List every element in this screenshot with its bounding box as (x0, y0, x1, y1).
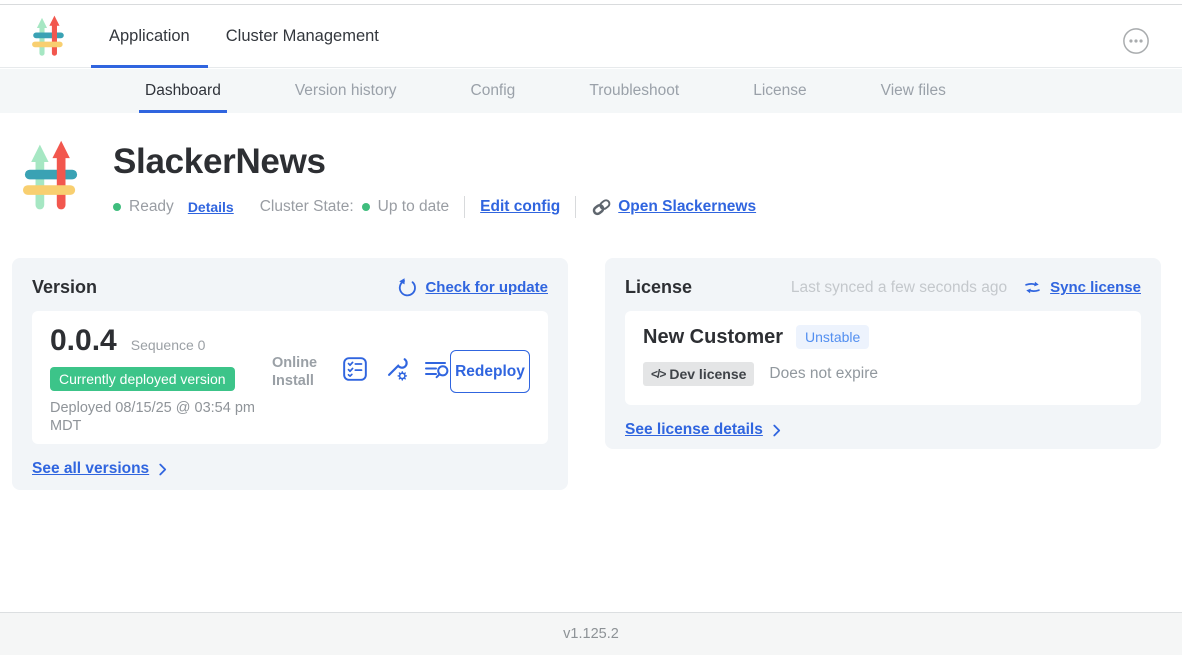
open-app-link-label: Open Slackernews (618, 198, 756, 216)
subnav-config-label: Config (471, 82, 516, 100)
cluster-status-dot-icon (362, 203, 370, 211)
license-type-badge: </> Dev license (643, 362, 754, 386)
see-license-details-link[interactable]: See license details (625, 421, 781, 439)
wrench-gear-config-icon[interactable] (383, 356, 409, 382)
code-brackets-icon: </> (651, 367, 665, 381)
subnav-view-files[interactable]: View files (881, 69, 946, 113)
current-version-panel: 0.0.4 Sequence 0 Currently deployed vers… (32, 311, 548, 444)
ready-status-label: Ready (129, 198, 174, 216)
app-logo-icon (30, 15, 67, 58)
version-number: 0.0.4 (50, 324, 117, 358)
refresh-icon (398, 278, 417, 297)
subnav-config[interactable]: Config (471, 69, 516, 113)
details-link[interactable]: Details (188, 199, 234, 215)
subnav-version-history[interactable]: Version history (295, 69, 397, 113)
ready-status-dot-icon (113, 203, 121, 211)
version-card: Version Check for update 0.0.4 Sequence … (12, 258, 568, 490)
app-status-row: Ready Details Cluster State: Up to date … (113, 196, 756, 218)
chain-link-icon (591, 198, 612, 216)
license-type-label: Dev license (669, 366, 746, 382)
subnav-license-label: License (753, 82, 806, 100)
tab-application-label: Application (109, 27, 190, 46)
edit-config-link[interactable]: Edit config (480, 198, 560, 216)
see-all-versions-link[interactable]: See all versions (32, 460, 167, 478)
app-logo-large-icon (22, 138, 80, 215)
ellipsis-menu-icon[interactable] (1122, 27, 1150, 55)
cluster-state-value: Up to date (378, 198, 450, 216)
install-type-label: Online Install (272, 354, 328, 390)
chevron-right-icon (158, 463, 167, 476)
subnav-view-files-label: View files (881, 82, 946, 100)
footer: v1.125.2 (0, 612, 1182, 655)
license-header-right: Last synced a few seconds ago Sync licen… (791, 279, 1141, 297)
see-license-details-label: See license details (625, 421, 763, 439)
console-version: v1.125.2 (563, 626, 619, 642)
see-all-versions-label: See all versions (32, 460, 149, 478)
divider (575, 196, 576, 218)
subnav-troubleshoot-label: Troubleshoot (589, 82, 679, 100)
deployed-timestamp: Deployed 08/15/25 @ 03:54 pm MDT (50, 399, 262, 435)
license-card-header: License Last synced a few seconds ago Sy… (625, 277, 1141, 298)
check-for-update-label: Check for update (425, 279, 548, 296)
license-expiry: Does not expire (769, 365, 878, 383)
lines-magnifier-logs-icon[interactable] (424, 356, 450, 382)
version-card-title: Version (32, 277, 97, 298)
top-navbar: Application Cluster Management (0, 5, 1182, 68)
license-panel: New Customer Unstable </> Dev license Do… (625, 311, 1141, 405)
sync-license-link[interactable]: Sync license (1050, 279, 1141, 296)
subnav-version-history-label: Version history (295, 82, 397, 100)
subnav-dashboard[interactable]: Dashboard (145, 69, 221, 113)
subnav-license[interactable]: License (753, 69, 806, 113)
subnav-dashboard-label: Dashboard (145, 82, 221, 100)
preflight-checklist-icon[interactable] (342, 356, 368, 382)
check-for-update-link[interactable]: Check for update (398, 278, 548, 297)
chevron-right-icon (772, 424, 781, 437)
deployed-badge: Currently deployed version (50, 367, 235, 391)
swap-arrows-sync-icon (1023, 279, 1042, 296)
license-card: License Last synced a few seconds ago Sy… (605, 258, 1161, 449)
cluster-state-label: Cluster State: (260, 198, 354, 216)
channel-badge: Unstable (796, 325, 869, 349)
customer-name: New Customer (643, 326, 783, 349)
tab-cluster-management-label: Cluster Management (226, 27, 379, 46)
divider (464, 196, 465, 218)
tab-cluster-management[interactable]: Cluster Management (208, 5, 397, 67)
version-card-header: Version Check for update (32, 277, 548, 298)
redeploy-button[interactable]: Redeploy (450, 350, 530, 393)
last-synced-label: Last synced a few seconds ago (791, 279, 1007, 297)
subnav-troubleshoot[interactable]: Troubleshoot (589, 69, 679, 113)
top-tabs: Application Cluster Management (91, 5, 397, 67)
open-app-link[interactable]: Open Slackernews (591, 198, 756, 216)
version-info: 0.0.4 Sequence 0 Currently deployed vers… (50, 324, 272, 435)
tab-application[interactable]: Application (91, 5, 208, 67)
sequence-label: Sequence 0 (131, 337, 206, 353)
license-card-title: License (625, 277, 692, 298)
version-action-icons (342, 356, 450, 382)
app-subnav: Dashboard Version history Config Trouble… (0, 69, 1182, 113)
page-title: SlackerNews (113, 142, 326, 182)
